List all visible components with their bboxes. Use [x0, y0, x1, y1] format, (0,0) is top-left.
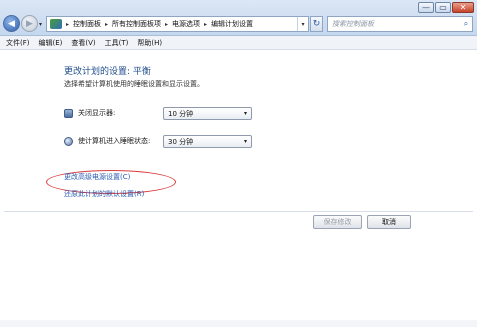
address-bar[interactable]: ▸ 控制面板 ▸ 所有控制面板项 ▸ 电源选项 ▸ 编辑计划设置 ▾ — [46, 16, 309, 32]
refresh-icon: ↻ — [312, 19, 321, 29]
close-icon: ✕ — [459, 2, 467, 12]
menu-bar: 文件(F) 编辑(E) 查看(V) 工具(T) 帮助(H) — [0, 36, 477, 50]
breadcrumb-separator: ▸ — [105, 20, 109, 28]
main-content: 更改计划的设置: 平衡 选择希望计算机使用的睡眠设置和显示设置。 关闭显示器: … — [0, 51, 477, 327]
power-options-window: — ▭ ✕ ◀ ▶ ▾ ▸ 控制面板 ▸ 所有控制面板项 ▸ 电源选项 ▸ 编辑… — [0, 0, 477, 327]
menu-tools[interactable]: 工具(T) — [105, 38, 129, 48]
search-input[interactable]: 搜索控制面板 — [332, 19, 460, 29]
back-button[interactable]: ◀ — [3, 15, 20, 32]
refresh-button[interactable]: ↻ — [310, 16, 323, 32]
address-dropdown-button[interactable]: ▾ — [297, 17, 308, 31]
chevron-down-icon: ▾ — [243, 138, 247, 145]
breadcrumb-all-items[interactable]: 所有控制面板项 — [112, 19, 161, 29]
control-panel-icon — [50, 19, 62, 29]
breadcrumb-separator: ▸ — [165, 20, 169, 28]
menu-edit[interactable]: 编辑(E) — [39, 38, 63, 48]
sleep-row: 使计算机进入睡眠状态: — [64, 134, 150, 148]
maximize-button[interactable]: ▭ — [435, 2, 451, 13]
title-bar: — ▭ ✕ ◀ ▶ ▾ ▸ 控制面板 ▸ 所有控制面板项 ▸ 电源选项 ▸ 编辑… — [0, 0, 477, 36]
sleep-label: 使计算机进入睡眠状态: — [78, 137, 151, 145]
forward-arrow-icon: ▶ — [26, 18, 33, 29]
sleep-icon — [64, 136, 73, 146]
turn-off-display-value: 10 分钟 — [168, 109, 194, 118]
breadcrumb-edit-plan[interactable]: 编辑计划设置 — [211, 19, 253, 29]
turn-off-display-row: 关闭显示器: — [64, 106, 115, 120]
breadcrumb-separator: ▸ — [66, 20, 70, 28]
page-title: 更改计划的设置: 平衡 — [64, 67, 151, 77]
save-changes-button[interactable]: 保存修改 — [313, 215, 362, 229]
status-bar — [0, 320, 477, 327]
chevron-down-icon: ▾ — [243, 110, 247, 117]
menu-file[interactable]: 文件(F) — [6, 38, 30, 48]
turn-off-display-label: 关闭显示器: — [78, 109, 116, 117]
monitor-icon — [64, 108, 73, 118]
close-button[interactable]: ✕ — [452, 2, 474, 13]
sleep-select[interactable]: 30 分钟 ▾ — [163, 135, 252, 148]
turn-off-display-select[interactable]: 10 分钟 ▾ — [163, 107, 252, 120]
recent-pages-dropdown[interactable]: ▾ — [39, 21, 42, 28]
search-box[interactable]: 搜索控制面板 ⌕ — [327, 16, 473, 32]
forward-button[interactable]: ▶ — [21, 15, 38, 32]
menu-view[interactable]: 查看(V) — [71, 38, 95, 48]
divider — [4, 211, 473, 212]
page-subtitle: 选择希望计算机使用的睡眠设置和显示设置。 — [64, 80, 204, 88]
restore-defaults-link[interactable]: 还原此计划的默认设置(R) — [64, 189, 144, 199]
maximize-icon: ▭ — [439, 2, 447, 12]
breadcrumb-control-panel[interactable]: 控制面板 — [73, 19, 101, 29]
search-icon[interactable]: ⌕ — [460, 19, 472, 29]
back-arrow-icon: ◀ — [8, 18, 15, 29]
breadcrumb-separator: ▸ — [204, 20, 208, 28]
minimize-icon: — — [422, 2, 430, 12]
advanced-power-settings-link[interactable]: 更改高级电源设置(C) — [64, 172, 130, 182]
menu-help[interactable]: 帮助(H) — [137, 38, 162, 48]
breadcrumb-power-options[interactable]: 电源选项 — [172, 19, 200, 29]
sleep-value: 30 分钟 — [168, 137, 194, 146]
cancel-button[interactable]: 取消 — [367, 215, 411, 229]
window-controls: — ▭ ✕ — [417, 2, 474, 13]
minimize-button[interactable]: — — [418, 2, 434, 13]
